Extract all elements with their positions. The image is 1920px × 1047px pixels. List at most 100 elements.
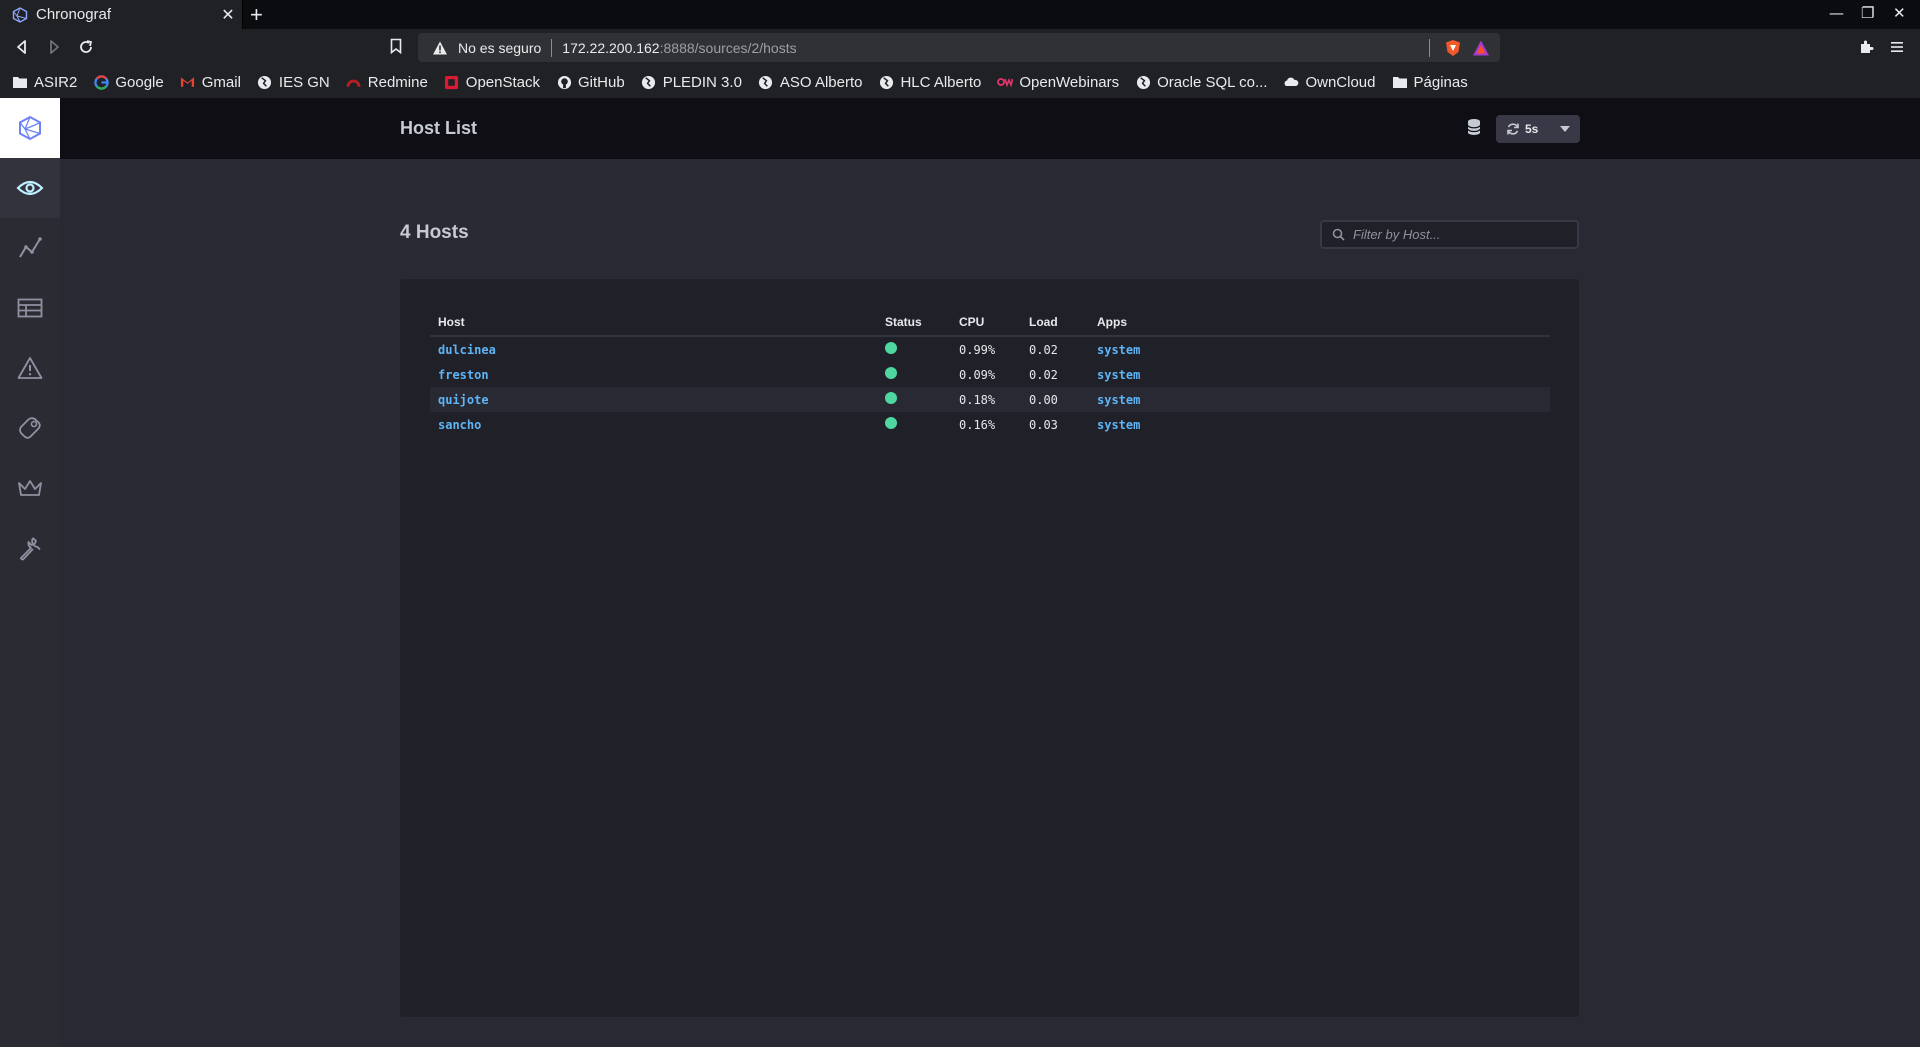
table-row: quijote 0.18% 0.00 system xyxy=(430,387,1550,412)
bookmark-google[interactable]: Google xyxy=(93,73,164,91)
address-divider xyxy=(551,38,553,57)
source-selector-button[interactable] xyxy=(1466,118,1482,140)
page-header: Host List 5s xyxy=(60,98,1920,159)
status-online-dot xyxy=(885,367,897,379)
bookmark-label: OpenStack xyxy=(465,73,541,91)
column-header-status[interactable]: Status xyxy=(877,315,951,335)
new-tab-icon[interactable]: + xyxy=(250,2,263,28)
bookmark-redmine[interactable]: Redmine xyxy=(346,74,428,91)
bookmark-github[interactable]: GitHub xyxy=(556,74,625,91)
menu-icon[interactable] xyxy=(1890,40,1904,54)
bookmark-label: GitHub xyxy=(578,73,625,91)
reload-icon[interactable] xyxy=(78,39,94,55)
tab-title: Chronograf xyxy=(36,6,112,23)
openstack-icon xyxy=(444,74,460,90)
bookmark-owncloud[interactable]: OwnCloud xyxy=(1283,73,1376,91)
cloud-icon xyxy=(1283,74,1299,90)
sidebar-item-alerts[interactable] xyxy=(0,338,60,398)
tab-close-icon[interactable]: ✕ xyxy=(218,5,238,24)
bookmark-page-icon[interactable] xyxy=(390,38,402,54)
app-sidebar xyxy=(0,98,60,1047)
window-close-icon[interactable]: ✕ xyxy=(1893,4,1906,22)
bookmark-aso-alberto[interactable]: ASO Alberto xyxy=(758,73,863,91)
cpu-value: 0.09% xyxy=(959,367,996,382)
bookmark-pledin[interactable]: PLEDIN 3.0 xyxy=(641,74,742,91)
sidebar-item-explore[interactable] xyxy=(0,218,60,278)
bookmark-hlc-alberto[interactable]: HLC Alberto xyxy=(878,74,981,91)
table-header: Host Status CPU Load Apps xyxy=(430,315,1550,337)
sidebar-item-dashboards[interactable] xyxy=(0,278,60,338)
browser-tab[interactable]: Chronograf ✕ xyxy=(0,0,243,29)
search-icon xyxy=(1332,228,1345,241)
table-row: sancho 0.16% 0.03 system xyxy=(430,412,1550,437)
brave-rewards-icon[interactable] xyxy=(1472,39,1490,57)
column-header-host[interactable]: Host xyxy=(430,315,877,335)
globe-icon xyxy=(257,74,273,90)
app-link[interactable]: system xyxy=(1097,418,1140,432)
forward-icon[interactable] xyxy=(46,39,62,55)
filter-box[interactable] xyxy=(1320,220,1579,249)
bookmark-paginas[interactable]: Páginas xyxy=(1392,74,1468,91)
bookmark-label: PLEDIN 3.0 xyxy=(662,73,742,91)
graph-line-icon xyxy=(19,237,42,258)
crown-icon xyxy=(18,480,42,496)
sidebar-item-configuration[interactable] xyxy=(0,518,60,578)
cpu-value: 0.16% xyxy=(959,417,996,432)
load-value: 0.00 xyxy=(1029,392,1058,407)
bookmark-openwebinars[interactable]: OpenWebinars xyxy=(997,74,1119,91)
bookmark-label: Google xyxy=(115,73,164,91)
bookmark-oracle-sql[interactable]: Oracle SQL co... xyxy=(1135,74,1267,91)
github-icon xyxy=(556,74,572,90)
brave-shield-icon[interactable] xyxy=(1444,39,1462,57)
chronograf-logo[interactable] xyxy=(0,98,60,158)
bookmark-asir2[interactable]: ASIR2 xyxy=(12,74,77,91)
gmail-icon xyxy=(180,74,196,90)
bookmark-label: OwnCloud xyxy=(1305,73,1376,91)
wood-log-icon xyxy=(19,417,41,439)
column-header-load[interactable]: Load xyxy=(1021,315,1089,335)
bookmark-openstack[interactable]: OpenStack xyxy=(444,74,540,91)
refresh-interval-label: 5s xyxy=(1525,122,1539,136)
table-row: freston 0.09% 0.02 system xyxy=(430,362,1550,387)
host-link[interactable]: sancho xyxy=(438,418,481,432)
app-link[interactable]: system xyxy=(1097,368,1140,382)
bookmarks-bar: ASIR2 Google Gmail IES GN Redmine OpenSt… xyxy=(0,66,1920,98)
address-bar[interactable]: No es seguro 172.22.200.162:8888/sources… xyxy=(418,33,1500,62)
extensions-icon[interactable] xyxy=(1858,39,1875,56)
host-link[interactable]: quijote xyxy=(438,393,489,407)
hosts-panel: Host Status CPU Load Apps dulcinea 0.99%… xyxy=(400,279,1579,1017)
bookmark-label: ASO Alberto xyxy=(779,73,863,91)
minimize-icon[interactable]: — xyxy=(1829,4,1844,22)
bookmark-label: OpenWebinars xyxy=(1019,73,1120,91)
auto-refresh-dropdown[interactable]: 5s xyxy=(1496,115,1580,143)
app-link[interactable]: system xyxy=(1097,393,1140,407)
sidebar-item-host-list[interactable] xyxy=(0,158,60,218)
host-link[interactable]: freston xyxy=(438,368,489,382)
bookmark-gmail[interactable]: Gmail xyxy=(180,74,241,91)
openwebinars-icon xyxy=(997,74,1014,90)
bookmark-label: Gmail xyxy=(201,73,241,91)
wrench-icon xyxy=(20,537,41,561)
sidebar-item-log-viewer[interactable] xyxy=(0,398,60,458)
browser-nav-bar: No es seguro 172.22.200.162:8888/sources… xyxy=(0,29,1920,66)
globe-icon xyxy=(758,74,774,90)
column-header-apps: Apps xyxy=(1097,315,1127,329)
address-divider-right xyxy=(1429,39,1430,57)
restore-icon[interactable]: ❐ xyxy=(1861,4,1874,22)
hosts-table: Host Status CPU Load Apps dulcinea 0.99%… xyxy=(430,315,1550,437)
host-link[interactable]: dulcinea xyxy=(438,343,496,357)
dashboard-grid-icon xyxy=(17,298,43,318)
folder-icon xyxy=(1392,74,1408,90)
filter-input[interactable] xyxy=(1353,227,1573,242)
browser-tab-bar: Chronograf ✕ + — ❐ ✕ xyxy=(0,0,1920,29)
sidebar-item-admin[interactable] xyxy=(0,458,60,518)
bookmark-label: HLC Alberto xyxy=(900,73,982,91)
url-host: 172.22.200.162 xyxy=(562,39,660,56)
bookmark-ies-gn[interactable]: IES GN xyxy=(257,74,330,91)
globe-icon xyxy=(878,74,894,90)
column-header-cpu[interactable]: CPU xyxy=(951,315,1021,335)
app-link[interactable]: system xyxy=(1097,343,1140,357)
back-icon[interactable] xyxy=(14,39,30,55)
security-label[interactable]: No es seguro xyxy=(458,40,541,56)
bookmark-label: Páginas xyxy=(1413,73,1468,91)
